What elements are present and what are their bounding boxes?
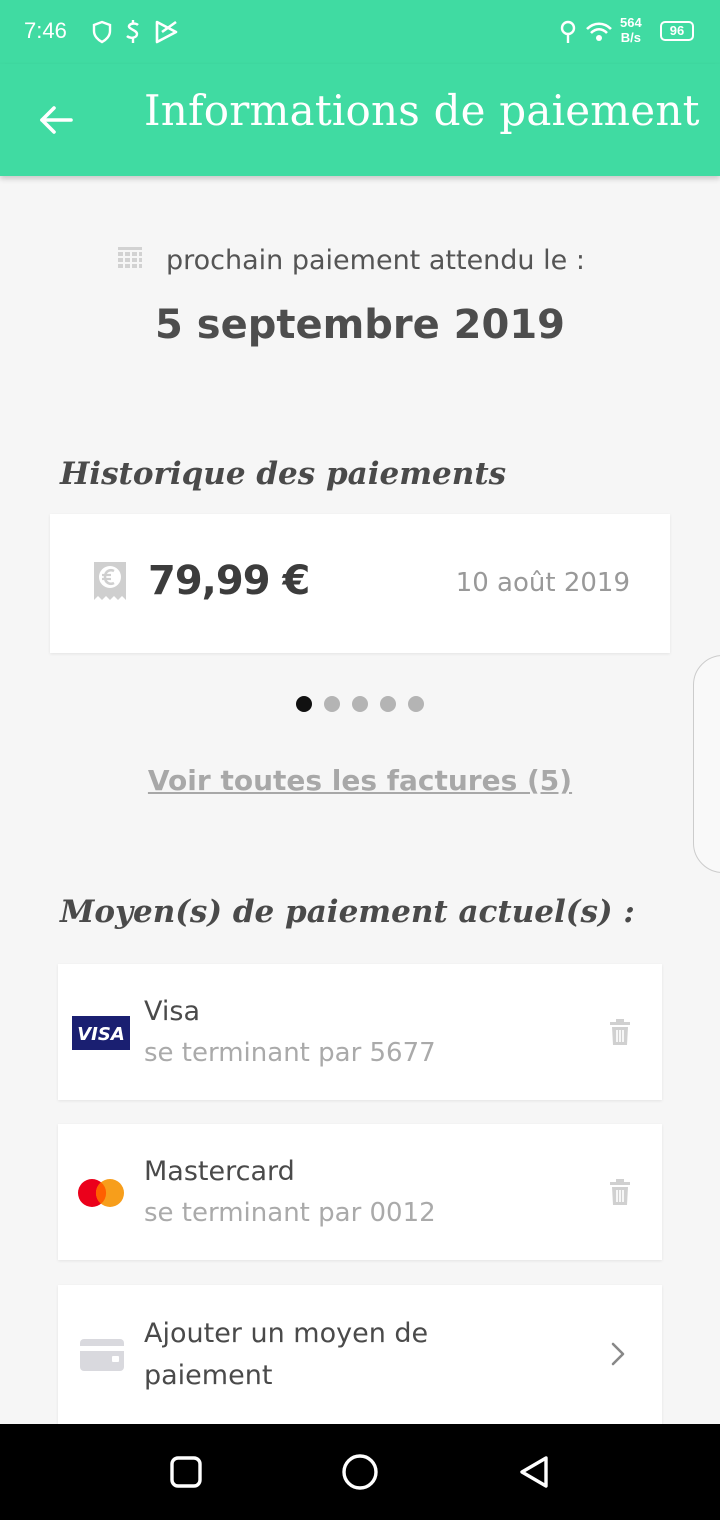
play-store-icon — [154, 18, 180, 46]
app-bar: Informations de paiement — [0, 64, 720, 176]
payment-method-visa[interactable]: VISA Visa se terminant par 5677 — [58, 964, 662, 1100]
back-triangle-icon[interactable] — [514, 1452, 554, 1492]
add-payment-method-button[interactable]: Ajouter un moyen de paiement — [58, 1285, 662, 1425]
page-dot-4[interactable] — [380, 696, 396, 712]
chevron-right-icon — [610, 1341, 626, 1371]
battery-indicator: 96 — [660, 21, 694, 41]
status-bar: 7:46 564 B/s 96 — [0, 0, 720, 64]
shield-icon — [92, 18, 112, 46]
next-payment-date: 5 septembre 2019 — [155, 302, 565, 348]
history-title: Historique des paiements — [60, 456, 507, 492]
trash-icon[interactable] — [608, 1178, 632, 1210]
payment-method-detail: se terminant par 0012 — [144, 1198, 436, 1228]
mastercard-logo — [72, 1176, 130, 1214]
system-nav-bar — [0, 1424, 720, 1520]
payment-methods-title: Moyen(s) de paiement actuel(s) : — [60, 894, 635, 930]
wifi-icon — [586, 18, 612, 46]
page-dot-3[interactable] — [352, 696, 368, 712]
carousel-pagination — [0, 696, 720, 712]
payment-method-name: Mastercard — [144, 1156, 295, 1187]
page-dot-2[interactable] — [324, 696, 340, 712]
credit-card-icon — [80, 1339, 124, 1375]
payment-method-mastercard[interactable]: Mastercard se terminant par 0012 — [58, 1124, 662, 1260]
see-all-invoices-link[interactable]: Voir toutes les factures (5) — [0, 764, 720, 797]
payment-date: 10 août 2019 — [455, 568, 630, 598]
network-speed: 564 B/s — [620, 15, 642, 45]
page-dot-5[interactable] — [408, 696, 424, 712]
page-dot-1[interactable] — [296, 696, 312, 712]
payment-method-name: Visa — [144, 996, 200, 1027]
add-payment-method-label: Ajouter un moyen de paiement — [144, 1318, 429, 1391]
next-payment-label: prochain paiement attendu le : — [166, 244, 585, 276]
visa-logo: VISA — [72, 1016, 130, 1054]
history-card[interactable]: 79,99 € 10 août 2019 — [50, 514, 670, 653]
status-time: 7:46 — [24, 18, 67, 43]
svg-text:VISA: VISA — [77, 1024, 125, 1045]
page-title: Informations de paiement — [144, 86, 700, 135]
location-pin-icon — [558, 18, 578, 46]
calendar-icon — [116, 244, 144, 276]
payment-amount: 79,99 € — [148, 558, 310, 604]
home-circle-icon[interactable] — [340, 1452, 380, 1492]
payment-method-detail: se terminant par 5677 — [144, 1038, 436, 1068]
dollar-icon — [124, 18, 142, 46]
recents-square-icon[interactable] — [166, 1452, 206, 1492]
back-button[interactable] — [28, 92, 84, 148]
trash-icon[interactable] — [608, 1018, 632, 1050]
euro-receipt-icon — [92, 560, 128, 608]
arrow-left-icon — [40, 106, 73, 134]
